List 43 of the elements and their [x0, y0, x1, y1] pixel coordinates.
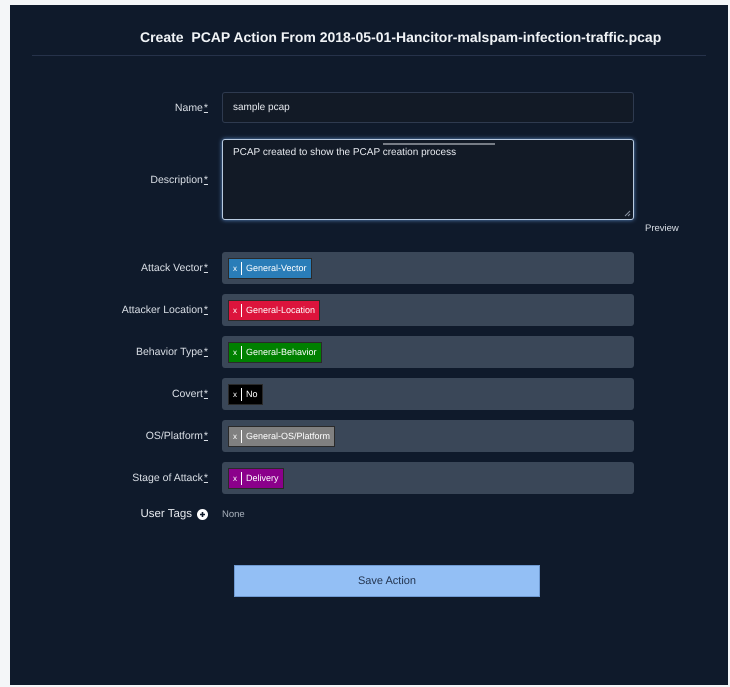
tag-field[interactable]: x General-Vector — [222, 252, 634, 284]
remove-tag-button[interactable]: x — [229, 430, 242, 442]
tag-field[interactable]: x General-Location — [222, 294, 634, 326]
remove-tag-button[interactable]: x — [229, 304, 242, 316]
tag-chip: x No — [228, 384, 263, 404]
field-label: Stage of Attack — [132, 472, 203, 484]
tag-field[interactable]: x No — [222, 378, 634, 410]
field-label: Name — [174, 102, 203, 114]
tag-chip: x Delivery — [228, 468, 284, 488]
tag-chip: x General-OS/Platform — [228, 426, 336, 446]
add-icon[interactable] — [197, 508, 208, 520]
resize-grip-icon[interactable] — [624, 210, 631, 217]
remove-tag-button[interactable]: x — [229, 472, 242, 484]
field-label: Attack Vector — [141, 262, 203, 274]
field-label: Covert — [172, 388, 203, 400]
tag-field[interactable]: x General-OS/Platform — [222, 420, 634, 452]
field-label: OS/Platform — [146, 430, 203, 442]
required-mark: * — [204, 174, 208, 186]
user-tags-value: None — [222, 508, 246, 520]
tag-field[interactable]: x Delivery — [222, 462, 634, 494]
tag-field[interactable]: x General-Behavior — [222, 336, 634, 368]
field-label: Attacker Location — [122, 304, 203, 316]
dialog-title: Create PCAP Action From 2018-05-01-Hancitor-malspam-infection-traffic.pcap — [32, 5, 706, 56]
field-label: User Tags — [140, 508, 192, 520]
required-mark: * — [204, 262, 208, 274]
tag-chip: x General-Behavior — [228, 342, 322, 362]
tag-chip: x General-Vector — [228, 258, 312, 278]
required-mark: * — [204, 388, 208, 400]
field-label: Behavior Type — [136, 346, 203, 358]
required-mark: * — [204, 430, 208, 442]
remove-tag-button[interactable]: x — [229, 262, 242, 274]
required-mark: * — [204, 472, 208, 484]
name-field[interactable]: sample pcap — [222, 92, 634, 123]
description-field[interactable]: PCAP created to show the PCAP creation process — [222, 139, 634, 220]
tag-chip: x General-Location — [228, 300, 320, 320]
required-mark: * — [204, 346, 208, 358]
preview-link[interactable]: Preview — [645, 223, 728, 234]
save-button[interactable]: Save Action — [234, 565, 540, 597]
required-mark: * — [204, 304, 208, 316]
remove-tag-button[interactable]: x — [229, 388, 242, 400]
remove-tag-button[interactable]: x — [229, 346, 242, 358]
required-mark: * — [204, 102, 208, 114]
field-label: Description — [150, 174, 203, 186]
